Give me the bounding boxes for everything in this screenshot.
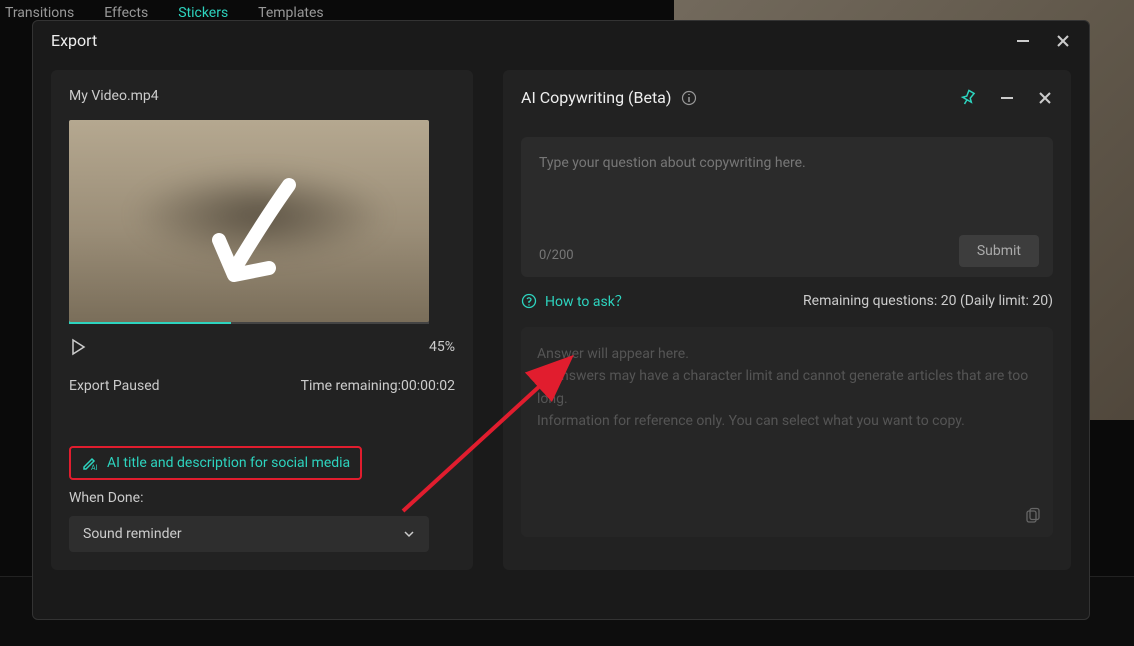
play-icon[interactable]: [69, 338, 87, 356]
export-dialog-title: Export: [51, 31, 97, 50]
ai-answer-area: Answer will appear here. AI answers may …: [521, 327, 1053, 537]
export-percent: 45%: [429, 339, 455, 355]
tab-transitions[interactable]: Transitions: [5, 5, 74, 21]
export-titlebar: Export: [33, 21, 1089, 60]
close-icon[interactable]: [1055, 33, 1071, 49]
copy-icon[interactable]: [1023, 507, 1041, 525]
close-panel-icon[interactable]: [1037, 90, 1053, 106]
chevron-down-icon: [403, 528, 415, 540]
pencil-ai-icon: AI: [81, 454, 99, 472]
char-count: 0/200: [539, 248, 574, 263]
minimize-icon[interactable]: [1015, 33, 1031, 49]
submit-button[interactable]: Submit: [959, 235, 1039, 267]
remaining-questions: Remaining questions: 20 (Daily limit: 20…: [803, 293, 1053, 309]
tab-effects[interactable]: Effects: [104, 5, 148, 21]
question-circle-icon: [521, 293, 537, 309]
ai-title-description-link[interactable]: AI AI title and description for social m…: [69, 446, 362, 480]
pin-icon[interactable]: [959, 89, 977, 107]
minimize-panel-icon[interactable]: [999, 90, 1015, 106]
when-done-dropdown[interactable]: Sound reminder: [69, 516, 429, 552]
ai-question-input[interactable]: Type your question about copywriting her…: [521, 137, 1053, 277]
answer-placeholder-line: Answer will appear here.: [537, 343, 1037, 365]
answer-placeholder-line: Information for reference only. You can …: [537, 410, 1037, 432]
export-filename: My Video.mp4: [69, 88, 455, 104]
ai-copywriting-panel: AI Copywriting (Beta) Type your question…: [503, 70, 1071, 570]
tab-stickers[interactable]: Stickers: [178, 5, 228, 21]
video-overlay-arrow-icon: [204, 170, 314, 300]
video-preview: [69, 120, 429, 322]
ai-panel-title: AI Copywriting (Beta): [521, 88, 671, 107]
dropdown-value: Sound reminder: [83, 526, 182, 542]
tab-templates[interactable]: Templates: [258, 5, 324, 21]
export-dialog: Export My Video.mp4 45% Export Paused: [32, 20, 1090, 620]
top-tabs: Transitions Effects Stickers Templates: [5, 5, 324, 21]
svg-text:AI: AI: [91, 464, 98, 472]
when-done-label: When Done:: [69, 490, 455, 506]
time-remaining: Time remaining:00:00:02: [301, 378, 455, 394]
how-to-ask-link[interactable]: How to ask？: [521, 291, 629, 311]
ai-input-placeholder: Type your question about copywriting her…: [539, 155, 1035, 171]
export-status: Export Paused: [69, 378, 160, 394]
export-left-panel: My Video.mp4 45% Export Paused Time rema…: [51, 70, 473, 570]
info-icon[interactable]: [681, 90, 697, 106]
answer-placeholder-line: AI answers may have a character limit an…: [537, 365, 1037, 410]
bg-sidebar: [0, 140, 28, 520]
